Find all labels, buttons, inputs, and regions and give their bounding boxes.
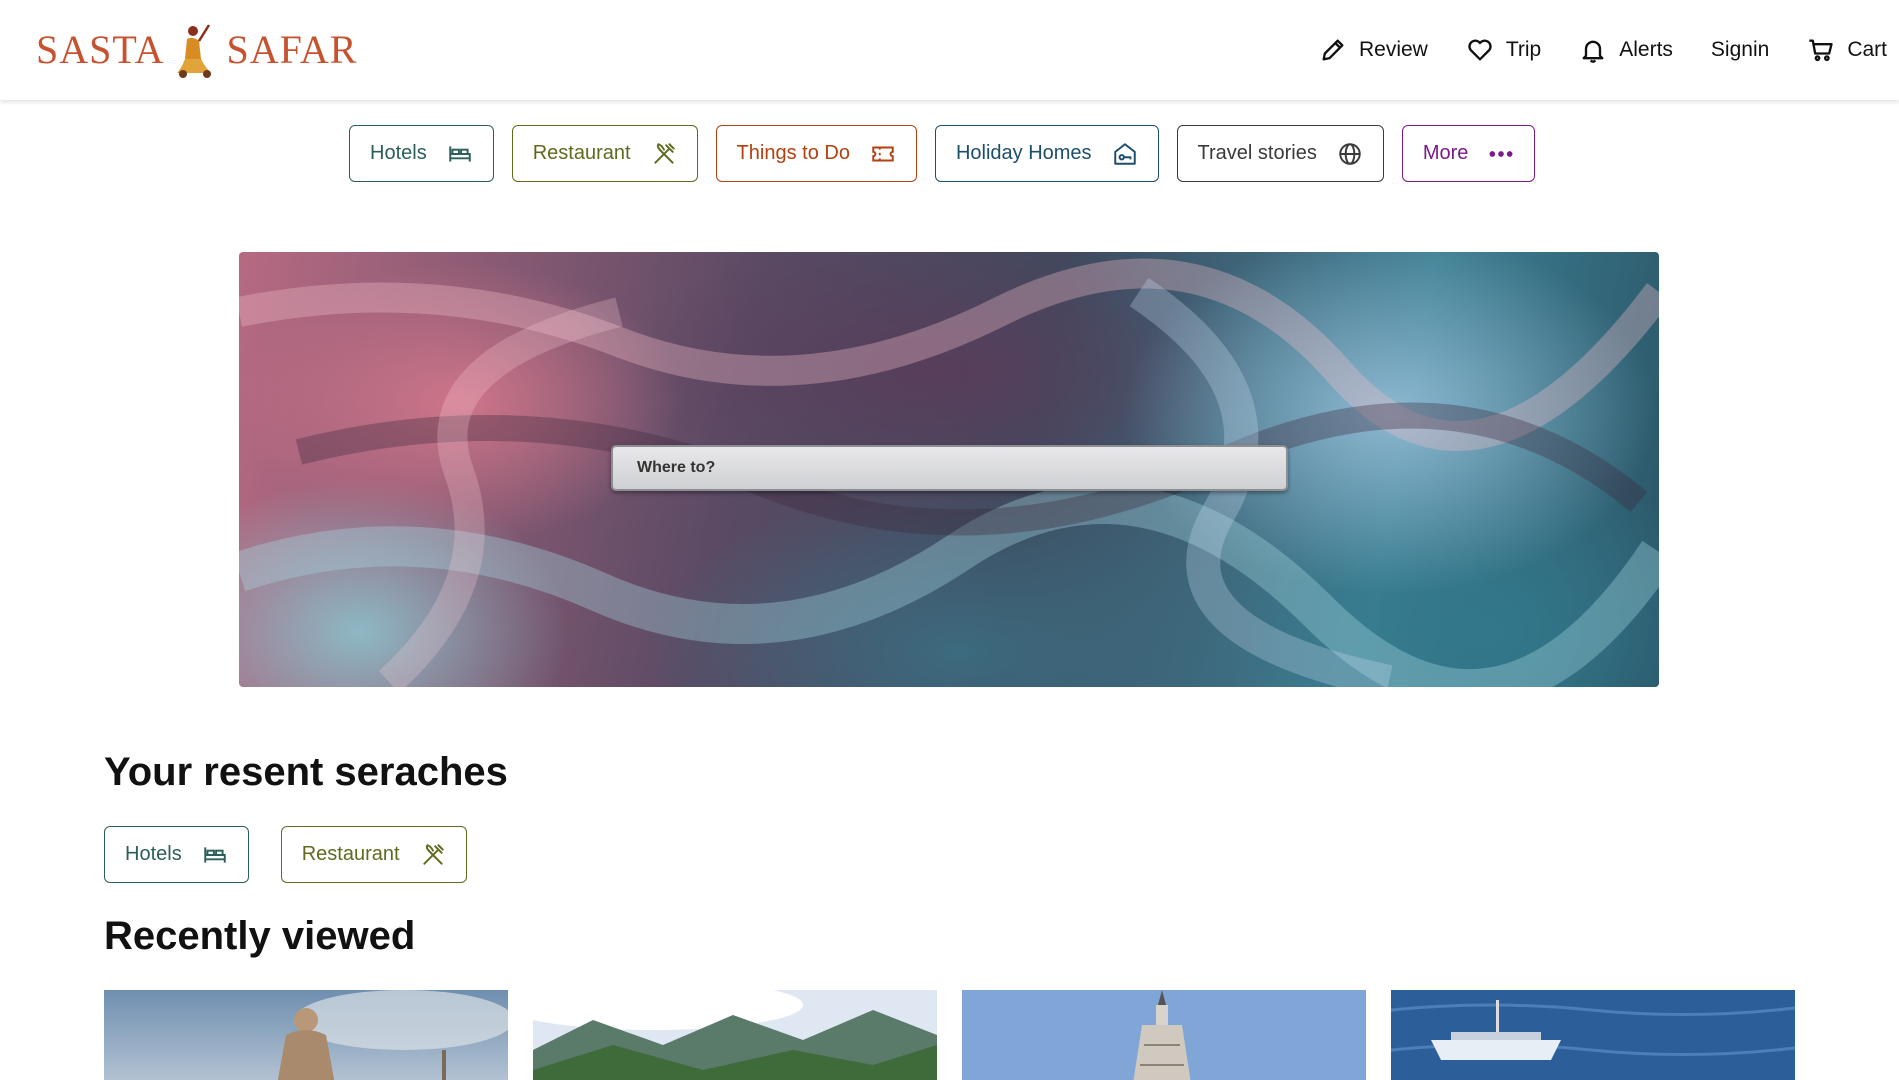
category-holiday-label: Holiday Homes xyxy=(955,142,1092,164)
recently-viewed-title: Recently viewed xyxy=(104,914,416,958)
category-hotels-label: Hotels xyxy=(370,142,427,164)
search-input[interactable] xyxy=(611,445,1288,491)
brand-logo[interactable]: SASTA SAFAR xyxy=(36,18,356,80)
nav-signin[interactable]: Signin xyxy=(1711,38,1769,62)
mountain-valley-image xyxy=(533,990,937,1080)
globe-icon xyxy=(1339,142,1361,165)
recent-card-mountains[interactable] xyxy=(533,990,937,1080)
nav-trip[interactable]: Trip xyxy=(1466,36,1541,64)
fork-knife-icon xyxy=(653,142,675,164)
nav-review-label: Review xyxy=(1358,38,1428,61)
logo-figure-icon xyxy=(176,24,211,78)
category-travel-label: Travel stories xyxy=(1197,142,1317,164)
stupa-tower-image xyxy=(962,990,1366,1080)
bed-icon xyxy=(448,145,471,162)
category-hotels[interactable]: Hotels xyxy=(349,125,494,182)
heart-icon xyxy=(1468,39,1492,61)
nav-alerts-label: Alerts xyxy=(1619,38,1673,61)
recent-restaurant-label: Restaurant xyxy=(301,843,400,865)
category-more-label: More xyxy=(1422,142,1469,164)
category-holiday-homes[interactable]: Holiday Homes xyxy=(934,125,1159,182)
recent-card-stupa[interactable] xyxy=(962,990,1366,1080)
bed-icon xyxy=(203,846,226,863)
recent-card-buddha[interactable] xyxy=(104,990,508,1080)
cart-icon xyxy=(1809,39,1833,62)
more-icon xyxy=(1489,150,1513,157)
nav-review[interactable]: Review xyxy=(1319,36,1428,64)
category-things-label: Things to Do xyxy=(736,142,850,164)
buddha-statue-image xyxy=(104,990,508,1080)
category-travel-stories[interactable]: Travel stories xyxy=(1176,125,1384,182)
nav-trip-label: Trip xyxy=(1505,38,1542,61)
home-icon xyxy=(1113,142,1136,165)
recent-hotels-label: Hotels xyxy=(125,843,182,865)
bell-icon xyxy=(1582,40,1604,63)
main-nav: Review Trip Alerts Signin Cart xyxy=(1319,0,1899,100)
recent-card-sea[interactable] xyxy=(1391,990,1795,1080)
category-restaurant-label: Restaurant xyxy=(532,142,631,164)
fork-knife-icon xyxy=(422,843,444,865)
pencil-icon xyxy=(1322,39,1344,61)
sea-boat-image xyxy=(1391,990,1795,1080)
recent-restaurant[interactable]: Restaurant xyxy=(280,826,467,883)
recent-searches-list: Hotels Restaurant xyxy=(104,826,499,883)
nav-alerts[interactable]: Alerts xyxy=(1579,36,1673,64)
top-header: SASTA SAFAR Review Trip Alerts Signin Ca… xyxy=(0,0,1899,100)
category-restaurant[interactable]: Restaurant xyxy=(511,125,698,182)
hero-banner xyxy=(239,252,1659,687)
nav-cart[interactable]: Cart xyxy=(1807,36,1887,64)
brand-name-left: SASTA xyxy=(36,26,165,72)
category-more[interactable]: More xyxy=(1401,125,1536,182)
category-things-to-do[interactable]: Things to Do xyxy=(715,125,917,182)
recent-searches-title: Your resent seraches xyxy=(104,750,508,794)
recently-viewed-cards xyxy=(104,990,1820,1080)
recent-hotels[interactable]: Hotels xyxy=(104,826,249,883)
brand-name-right: SAFAR xyxy=(226,26,358,72)
nav-signin-label: Signin xyxy=(1710,38,1770,61)
nav-cart-label: Cart xyxy=(1847,38,1887,61)
ticket-icon xyxy=(872,146,894,161)
category-bar: Hotels Restaurant Things to Do Holiday H… xyxy=(349,125,1553,182)
